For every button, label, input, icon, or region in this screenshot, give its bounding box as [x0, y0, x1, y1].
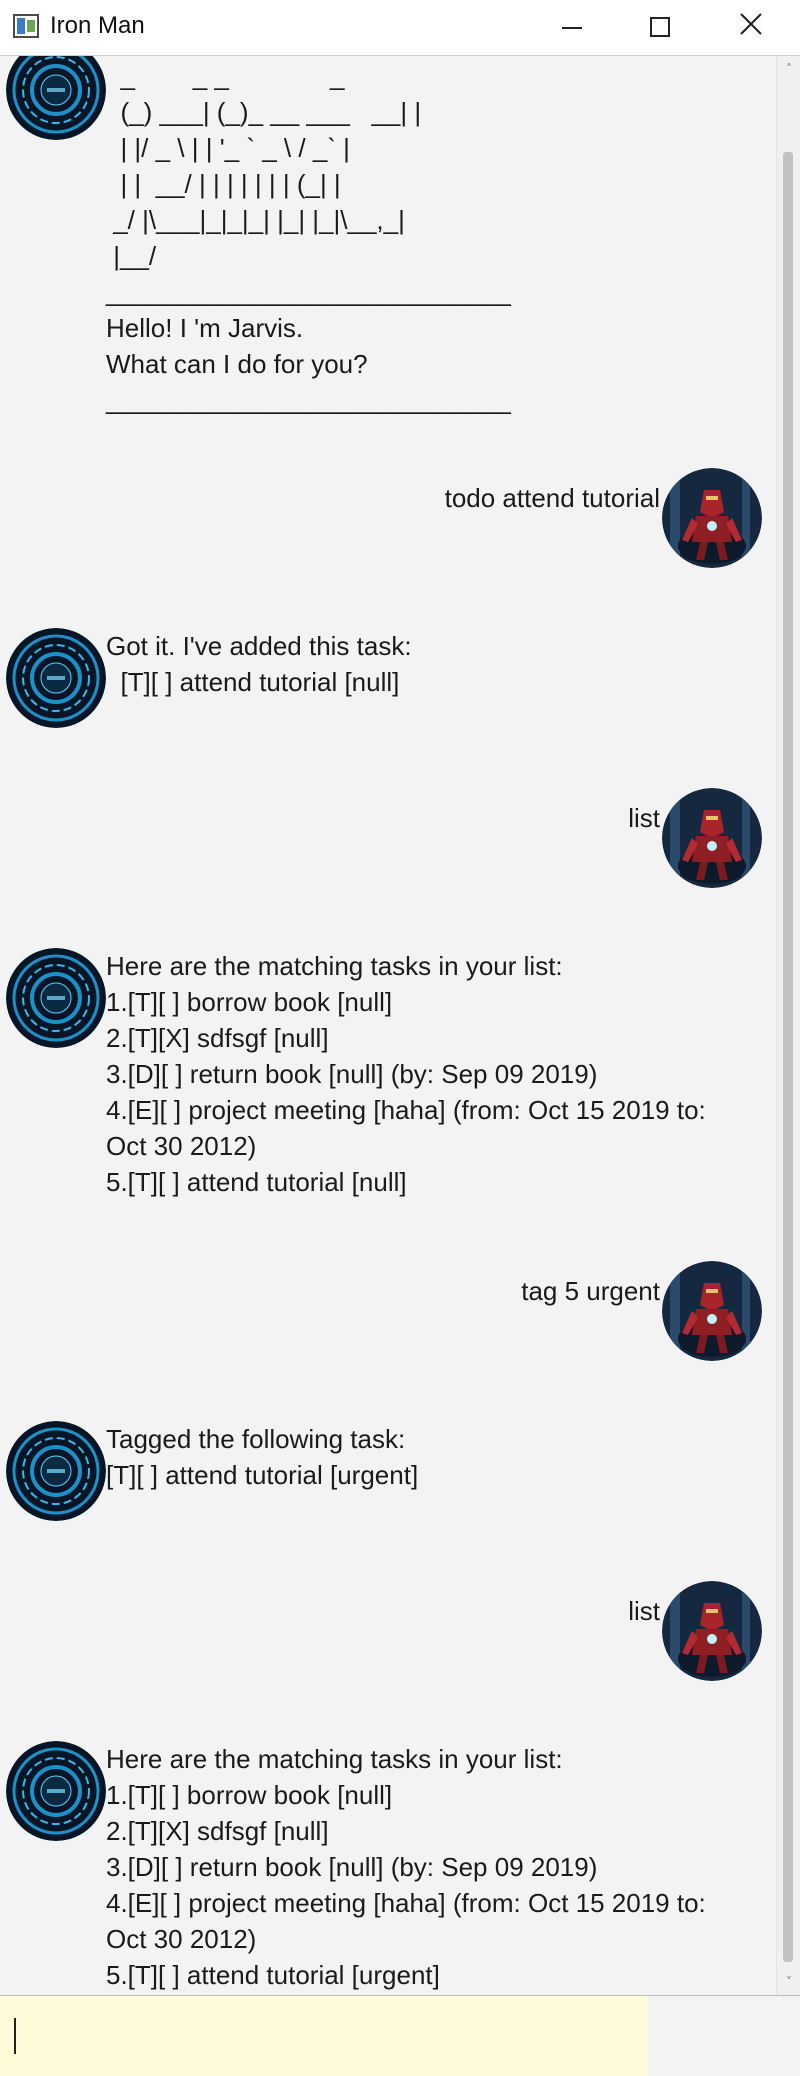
- scrollbar-thumb[interactable]: [783, 152, 793, 1962]
- ironman-avatar: [662, 1581, 762, 1681]
- bot-message: Here are the matching tasks in your list…: [0, 1741, 776, 1995]
- command-input[interactable]: [0, 1996, 648, 2076]
- bot-message: Tagged the following task: [T][ ] attend …: [0, 1421, 776, 1521]
- user-message-text: tag 5 urgent: [521, 1276, 660, 1306]
- close-icon: [740, 13, 762, 35]
- ironman-avatar: [662, 1261, 762, 1361]
- maximize-icon: [650, 17, 670, 37]
- ironman-avatar: [662, 788, 762, 888]
- bot-message: Got it. I've added this task: [T][ ] att…: [0, 628, 776, 728]
- jarvis-avatar: [6, 628, 106, 728]
- bot-message-text: Got it. I've added this task: [T][ ] att…: [106, 631, 412, 697]
- user-message-text: list: [628, 803, 660, 833]
- jarvis-logo-text: _ _ _ _ (_) ___| (_)_ __ ___ __| | | |/ …: [106, 61, 511, 415]
- bot-message: _ _ _ _ (_) ___| (_)_ __ ___ __| | | |/ …: [0, 56, 776, 415]
- maximize-button[interactable]: [615, 0, 705, 56]
- jarvis-avatar: [6, 948, 106, 1048]
- app-icon: [13, 14, 39, 38]
- close-button[interactable]: [705, 0, 795, 56]
- input-bar: [0, 1995, 800, 2076]
- user-message: tag 5 urgent: [0, 1261, 776, 1361]
- text-caret: [14, 2018, 16, 2054]
- bot-message-text: Here are the matching tasks in your list…: [106, 1744, 706, 1990]
- user-message: list: [0, 1581, 776, 1681]
- title-bar: Iron Man: [0, 0, 800, 56]
- minimize-icon: [562, 27, 582, 29]
- scroll-up-arrow-icon[interactable]: ˄: [777, 58, 800, 80]
- bot-message-text: Here are the matching tasks in your list…: [106, 951, 706, 1197]
- vertical-scrollbar[interactable]: ˄ ˅: [776, 56, 800, 1995]
- window-title: Iron Man: [50, 12, 145, 39]
- bot-message: Here are the matching tasks in your list…: [0, 948, 776, 1208]
- user-message-text: list: [628, 1596, 660, 1626]
- user-message: todo attend tutorial: [0, 468, 776, 568]
- jarvis-avatar: [6, 1741, 106, 1841]
- dialog-container[interactable]: _ _ _ _ (_) ___| (_)_ __ ___ __| | | |/ …: [0, 56, 776, 1995]
- jarvis-avatar: [6, 56, 106, 140]
- user-message-text: todo attend tutorial: [444, 483, 660, 513]
- scroll-down-arrow-icon[interactable]: ˅: [777, 1971, 800, 1993]
- user-message: list: [0, 788, 776, 888]
- jarvis-avatar: [6, 1421, 106, 1521]
- bot-message-text: Tagged the following task: [T][ ] attend …: [106, 1424, 419, 1490]
- minimize-button[interactable]: [525, 0, 615, 56]
- ironman-avatar: [662, 468, 762, 568]
